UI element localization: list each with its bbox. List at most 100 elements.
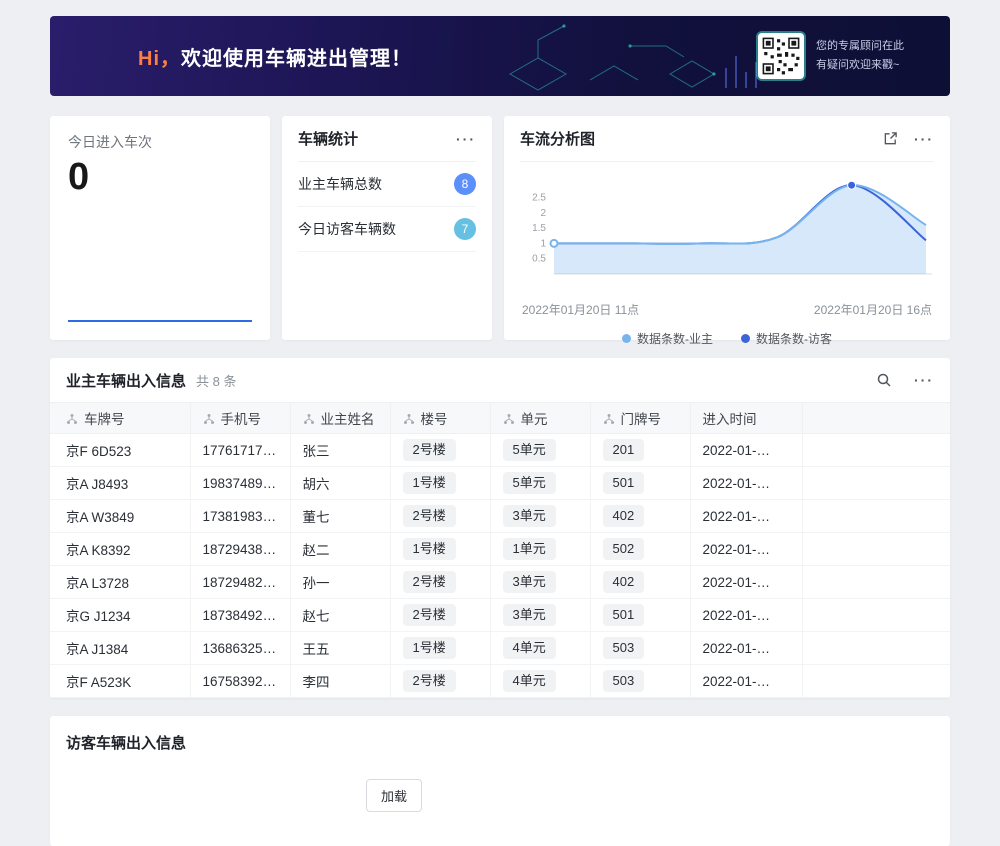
traffic-chart: 0.511.522.5 2022年01月20日 11点 2022年01月20日 … xyxy=(520,168,934,347)
cell-filler xyxy=(802,632,950,665)
visitor-vehicles-card: 访客车辆出入信息 加载 xyxy=(50,716,950,846)
cell-unit: 3单元 xyxy=(490,566,590,599)
more-options-icon[interactable]: ··· xyxy=(914,131,934,147)
x-axis-label-start: 2022年01月20日 11点 xyxy=(522,301,639,318)
banner-title: Hi，欢迎使用车辆进出管理！ xyxy=(138,42,412,71)
door-tag: 501 xyxy=(603,472,645,494)
cell-unit: 1单元 xyxy=(490,533,590,566)
cell-filler xyxy=(802,467,950,500)
cell-name: 胡六 xyxy=(290,467,390,500)
column-header-phone[interactable]: 手机号 xyxy=(190,403,290,434)
qr-caption-line1: 您的专属顾问在此 xyxy=(816,37,904,56)
chart-legend: 数据条数-业主 数据条数-访客 xyxy=(520,330,934,347)
today-entries-value: 0 xyxy=(68,156,252,199)
cell-unit: 4单元 xyxy=(490,632,590,665)
column-header-plate[interactable]: 车牌号 xyxy=(50,403,190,434)
cell-phone: 13686325… xyxy=(190,632,290,665)
cell-name: 李四 xyxy=(290,665,390,698)
cell-building: 1号楼 xyxy=(390,533,490,566)
svg-text:1: 1 xyxy=(540,238,546,249)
field-type-icon xyxy=(603,413,615,428)
column-header-building[interactable]: 楼号 xyxy=(390,403,490,434)
table-row[interactable]: 京A J1384 13686325… 王五 1号楼 4单元 503 2022-0… xyxy=(50,632,950,665)
table-row[interactable]: 京A K8392 18729438… 赵二 1号楼 1单元 502 2022-0… xyxy=(50,533,950,566)
legend-label: 数据条数-访客 xyxy=(756,330,832,347)
stat-label: 今日访客车辆数 xyxy=(298,219,396,239)
cell-building: 1号楼 xyxy=(390,632,490,665)
banner-greeting: 欢迎使用车辆进出管理！ xyxy=(181,48,412,70)
cell-door: 503 xyxy=(590,665,690,698)
table-header-row: 车牌号 手机号 业主姓名 楼号 单元 门牌号 进入时间 xyxy=(50,403,950,434)
door-tag: 502 xyxy=(603,538,645,560)
cell-filler xyxy=(802,500,950,533)
table-row[interactable]: 京G J1234 18738492… 赵七 2号楼 3单元 501 2022-0… xyxy=(50,599,950,632)
vehicle-stats-title: 车辆统计 xyxy=(298,128,358,149)
svg-text:0.5: 0.5 xyxy=(532,254,546,265)
export-icon[interactable] xyxy=(883,131,898,146)
column-header-door[interactable]: 门牌号 xyxy=(590,403,690,434)
table-row[interactable]: 京A L3728 18729482… 孙一 2号楼 3单元 402 2022-0… xyxy=(50,566,950,599)
traffic-analysis-title: 车流分析图 xyxy=(520,128,595,149)
field-type-icon xyxy=(303,413,315,428)
cell-plate: 京A J8493 xyxy=(50,467,190,500)
cell-time: 2022-01-… xyxy=(690,467,802,500)
cell-door: 402 xyxy=(590,500,690,533)
today-entries-title: 今日进入车次 xyxy=(68,132,252,152)
unit-tag: 4单元 xyxy=(503,670,556,692)
table-row[interactable]: 京F A523K 16758392… 李四 2号楼 4单元 503 2022-0… xyxy=(50,665,950,698)
x-axis-label-end: 2022年01月20日 16点 xyxy=(814,301,932,318)
cell-plate: 京A K8392 xyxy=(50,533,190,566)
vehicle-stats-card: 车辆统计 ··· 业主车辆总数 8 今日访客车辆数 7 xyxy=(282,116,492,340)
line-chart: 0.511.522.5 xyxy=(520,168,934,294)
partial-button[interactable]: 加载 xyxy=(366,779,422,812)
unit-tag: 4单元 xyxy=(503,637,556,659)
cell-name: 赵二 xyxy=(290,533,390,566)
qr-code[interactable] xyxy=(758,33,804,79)
unit-tag: 5单元 xyxy=(503,439,556,461)
cell-filler xyxy=(802,533,950,566)
cell-building: 2号楼 xyxy=(390,665,490,698)
cell-filler xyxy=(802,566,950,599)
cell-phone: 16758392… xyxy=(190,665,290,698)
owner-vehicles-table: 车牌号 手机号 业主姓名 楼号 单元 门牌号 进入时间 京F 6D523 177… xyxy=(50,402,950,698)
cell-plate: 京F 6D523 xyxy=(50,434,190,467)
column-header-name[interactable]: 业主姓名 xyxy=(290,403,390,434)
owner-vehicles-header: 业主车辆出入信息 共 8 条 ··· xyxy=(50,358,950,402)
cell-time: 2022-01-… xyxy=(690,434,802,467)
table-row[interactable]: 京A J8493 19837489… 胡六 1号楼 5单元 501 2022-0… xyxy=(50,467,950,500)
more-options-icon[interactable]: ··· xyxy=(914,372,934,388)
legend-dot xyxy=(741,334,750,343)
cell-unit: 3单元 xyxy=(490,500,590,533)
cell-building: 2号楼 xyxy=(390,500,490,533)
column-header-time[interactable]: 进入时间 xyxy=(690,403,802,434)
column-header-filler xyxy=(802,403,950,434)
building-tag: 1号楼 xyxy=(403,637,456,659)
legend-item-owner[interactable]: 数据条数-业主 xyxy=(622,330,713,347)
stat-badge: 8 xyxy=(454,173,476,195)
owner-table-body: 京F 6D523 17761717… 张三 2号楼 5单元 201 2022-0… xyxy=(50,434,950,698)
table-row[interactable]: 京A W3849 17381983… 董七 2号楼 3单元 402 2022-0… xyxy=(50,500,950,533)
cell-time: 2022-01-… xyxy=(690,533,802,566)
unit-tag: 3单元 xyxy=(503,571,556,593)
cell-phone: 17761717… xyxy=(190,434,290,467)
cell-plate: 京F A523K xyxy=(50,665,190,698)
column-header-unit[interactable]: 单元 xyxy=(490,403,590,434)
owner-vehicles-title: 业主车辆出入信息 xyxy=(66,370,186,391)
kpi-cards-row: 今日进入车次 0 车辆统计 ··· 业主车辆总数 8 今日访客车辆数 7 车流分… xyxy=(50,116,950,340)
cell-door: 502 xyxy=(590,533,690,566)
building-tag: 1号楼 xyxy=(403,472,456,494)
cell-plate: 京A W3849 xyxy=(50,500,190,533)
more-options-icon[interactable]: ··· xyxy=(456,131,476,147)
building-tag: 2号楼 xyxy=(403,505,456,527)
qr-caption: 您的专属顾问在此 有疑问欢迎来戳~ xyxy=(816,37,904,74)
cell-name: 董七 xyxy=(290,500,390,533)
door-tag: 501 xyxy=(603,604,645,626)
cell-plate: 京G J1234 xyxy=(50,599,190,632)
stat-badge: 7 xyxy=(454,218,476,240)
legend-item-visitor[interactable]: 数据条数-访客 xyxy=(741,330,832,347)
table-row[interactable]: 京F 6D523 17761717… 张三 2号楼 5单元 201 2022-0… xyxy=(50,434,950,467)
cell-plate: 京A J1384 xyxy=(50,632,190,665)
search-icon[interactable] xyxy=(876,372,892,388)
door-tag: 503 xyxy=(603,670,645,692)
cell-time: 2022-01-… xyxy=(690,500,802,533)
